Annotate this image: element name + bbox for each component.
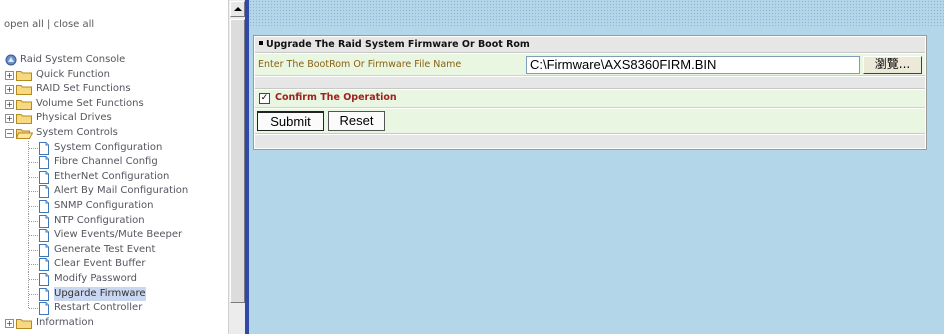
tree-item-label: Physical Drives [36, 112, 112, 124]
tree-connector [29, 308, 38, 310]
tree-connector [29, 220, 38, 222]
page-icon [39, 170, 49, 184]
tree-item-label: System Controls [36, 126, 118, 138]
folder-icon [16, 70, 32, 81]
file-row: Enter The BootRom Or Firmware File Name … [255, 54, 925, 76]
form-title: Upgrade The Raid System Firmware Or Boot… [255, 37, 925, 53]
page-icon [39, 199, 49, 213]
tree-connector [29, 264, 38, 266]
scroll-thumb[interactable] [230, 19, 245, 303]
page-icon [39, 243, 49, 257]
tree-connector [29, 147, 38, 149]
upgrade-firmware-form: Upgrade The Raid System Firmware Or Boot… [253, 35, 927, 150]
tree-item-label: System Configuration [54, 141, 163, 153]
navigation-frame: open all | close all Raid System Console… [0, 0, 228, 334]
folder-icon [16, 318, 32, 329]
folder-open-icon [16, 128, 33, 139]
expand-icon[interactable]: + [5, 99, 14, 109]
page-icon [39, 229, 49, 243]
page-icon [39, 185, 49, 199]
tree-item-label: Quick Function [36, 68, 110, 80]
confirm-row: ✓ Confirm The Operation [255, 90, 925, 108]
tree-connector [29, 235, 38, 237]
page-icon [39, 156, 49, 170]
folder-icon [16, 114, 32, 125]
page-icon [39, 302, 49, 316]
tree-connector [29, 293, 38, 295]
file-label: Enter The BootRom Or Firmware File Name [258, 59, 462, 70]
browse-button[interactable]: 瀏覽... [863, 56, 922, 74]
tree-item-label: SNMP Configuration [54, 199, 154, 211]
content-frame: Upgrade The Raid System Firmware Or Boot… [249, 0, 944, 334]
tree-item-label: Modify Password [54, 272, 138, 284]
footer-row [255, 135, 925, 148]
tree-item-label: Volume Set Functions [36, 97, 144, 109]
expand-icon[interactable]: + [5, 114, 14, 124]
tree-connector [29, 191, 38, 193]
tree-controls: open all | close all [4, 19, 94, 30]
expand-icon[interactable]: + [5, 318, 14, 328]
expand-icon[interactable]: + [5, 70, 14, 80]
button-row: Submit Reset [255, 109, 925, 134]
form-title-text: Upgrade The Raid System Firmware Or Boot… [266, 39, 530, 50]
submit-button[interactable]: Submit [257, 111, 324, 131]
page-icon [39, 272, 49, 286]
tree-item-label: RAID Set Functions [36, 83, 131, 95]
tree-item-label: View Events/Mute Beeper [54, 229, 183, 241]
tree-item-label: Alert By Mail Configuration [54, 185, 189, 197]
tree-connector [29, 176, 38, 178]
close-all-link[interactable]: close all [54, 19, 95, 30]
header-band [249, 0, 944, 27]
collapse-icon[interactable]: − [5, 128, 14, 138]
tree-item-label: Clear Event Buffer [54, 258, 146, 270]
tree-connector [28, 301, 29, 309]
confirm-checkbox[interactable]: ✓ [259, 93, 270, 104]
tree-item-label: Restart Controller [54, 302, 143, 314]
tree-connector [29, 249, 38, 251]
folder-icon [16, 99, 32, 110]
confirm-label: Confirm The Operation [275, 92, 397, 103]
tree-item-label: Fibre Channel Config [54, 156, 158, 168]
tree-connector [29, 205, 38, 207]
page-icon [39, 141, 49, 155]
tree-connector [29, 162, 38, 164]
firmware-file-input[interactable]: C:\Firmware\AXS8360FIRM.BIN [526, 56, 860, 74]
folder-icon [16, 85, 32, 96]
console-icon [5, 54, 17, 66]
reset-button[interactable]: Reset [328, 111, 385, 131]
tree-item-label: Generate Test Event [54, 243, 156, 255]
open-all-link[interactable]: open all [4, 19, 44, 30]
tree-root-label: Raid System Console [20, 54, 126, 65]
page-icon [39, 258, 49, 272]
tree-connector [29, 278, 38, 280]
separator: | [47, 19, 51, 30]
page-icon [39, 214, 49, 228]
tree-item-label: NTP Configuration [54, 214, 145, 226]
bullet-icon [259, 41, 263, 45]
tree-item-label: EtherNet Configuration [54, 170, 170, 182]
nav-scrollbar[interactable] [228, 0, 245, 334]
page-icon [39, 287, 49, 301]
scroll-up-arrow-icon[interactable] [230, 1, 245, 17]
tree-item-label: Upgarde Firmware [54, 286, 146, 301]
expand-icon[interactable]: + [5, 85, 14, 95]
spacer-row [255, 77, 925, 89]
tree-item-label: Information [36, 316, 94, 328]
